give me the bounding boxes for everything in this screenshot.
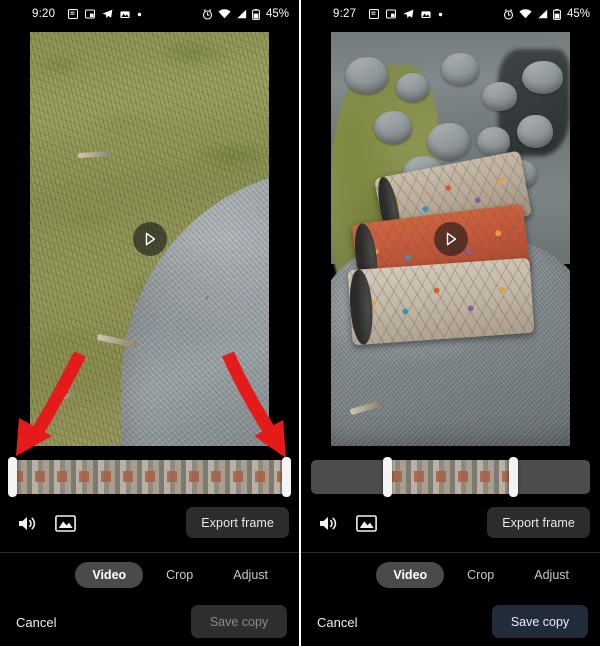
stone xyxy=(476,127,511,157)
rug-floral-pattern xyxy=(347,257,535,345)
battery-percent-label: 45% xyxy=(265,8,289,20)
cancel-button[interactable]: Cancel xyxy=(313,609,361,636)
signal-icon xyxy=(236,9,247,19)
calendar-icon xyxy=(68,9,78,19)
status-bar-notification-icons xyxy=(68,9,142,19)
video-timeline-row[interactable] xyxy=(0,456,299,500)
dot-icon xyxy=(137,12,142,17)
play-button[interactable] xyxy=(132,222,167,256)
telegram-icon xyxy=(102,9,113,19)
telegram-icon xyxy=(403,9,414,19)
export-frame-icon[interactable] xyxy=(351,508,381,538)
trim-end-handle[interactable] xyxy=(509,457,518,497)
stone xyxy=(481,81,518,111)
status-bar-notification-icons xyxy=(369,9,443,19)
export-frame-button[interactable]: Export frame xyxy=(186,507,289,538)
alarm-icon xyxy=(202,8,213,20)
phone-screen-right: 9:27 45% Export frame Video Crop Adjust … xyxy=(301,0,600,646)
video-timeline-track[interactable] xyxy=(311,460,590,494)
video-timeline-row[interactable] xyxy=(301,456,600,500)
editor-action-bar: Cancel Save copy xyxy=(0,597,299,646)
editor-tab-bar: Video Crop Adjust xyxy=(301,553,600,597)
photos-icon xyxy=(120,10,130,19)
alarm-icon xyxy=(503,8,514,20)
status-bar-time: 9:27 xyxy=(333,8,357,20)
stone xyxy=(374,110,413,144)
stone xyxy=(426,123,470,161)
wifi-icon xyxy=(519,9,532,19)
photos-icon xyxy=(421,10,431,19)
save-copy-button[interactable]: Save copy xyxy=(191,605,287,638)
tab-video[interactable]: Video xyxy=(75,562,144,588)
save-copy-button[interactable]: Save copy xyxy=(492,605,588,638)
signal-icon xyxy=(537,9,548,19)
play-icon xyxy=(446,232,456,246)
battery-percent-label: 45% xyxy=(566,8,590,20)
video-preview[interactable] xyxy=(30,32,269,446)
stone xyxy=(522,60,563,95)
stone xyxy=(395,73,429,103)
phone-screen-left: 9:20 45% Export frame Video Crop Adjust … xyxy=(0,0,299,646)
trim-end-handle[interactable] xyxy=(282,457,291,497)
video-tool-row: Export frame xyxy=(301,500,600,546)
volume-icon[interactable] xyxy=(313,508,343,538)
editor-tab-bar: Video Crop Adjust xyxy=(0,553,299,597)
status-bar-time: 9:20 xyxy=(32,8,56,20)
trim-start-handle[interactable] xyxy=(383,457,392,497)
battery-icon xyxy=(553,8,561,20)
video-preview[interactable] xyxy=(331,32,570,446)
status-bar-system-icons: 45% xyxy=(503,8,590,20)
export-frame-button[interactable]: Export frame xyxy=(487,507,590,538)
picture-in-picture-icon xyxy=(85,9,95,19)
status-bar: 9:20 45% xyxy=(0,0,299,30)
cancel-button[interactable]: Cancel xyxy=(12,609,60,636)
screenshot-comparison: 9:20 45% Export frame Video Crop Adjust … xyxy=(0,0,600,646)
stone xyxy=(440,52,480,86)
wifi-icon xyxy=(218,9,231,19)
tab-crop[interactable]: Crop xyxy=(450,562,511,588)
battery-icon xyxy=(252,8,260,20)
stone xyxy=(517,114,554,148)
tab-crop[interactable]: Crop xyxy=(149,562,210,588)
status-bar: 9:27 45% xyxy=(301,0,600,30)
picture-in-picture-icon xyxy=(386,9,396,19)
filmstrip-thumbnails xyxy=(10,460,289,494)
tab-video[interactable]: Video xyxy=(376,562,445,588)
rolled-rug-bottom xyxy=(347,257,535,345)
filmstrip-thumbnails xyxy=(389,460,515,494)
export-frame-icon[interactable] xyxy=(50,508,80,538)
calendar-icon xyxy=(369,9,379,19)
filmstrip-content xyxy=(389,460,515,494)
volume-icon[interactable] xyxy=(12,508,42,538)
tab-adjust[interactable]: Adjust xyxy=(216,562,285,588)
stone xyxy=(345,56,389,95)
trim-start-handle[interactable] xyxy=(8,457,17,497)
video-tool-row: Export frame xyxy=(0,500,299,546)
play-icon xyxy=(145,232,155,246)
dot-icon xyxy=(438,12,443,17)
play-button[interactable] xyxy=(433,222,468,256)
editor-action-bar: Cancel Save copy xyxy=(301,597,600,646)
filmstrip-content xyxy=(10,460,289,494)
tab-adjust[interactable]: Adjust xyxy=(517,562,586,588)
video-timeline-track[interactable] xyxy=(10,460,289,494)
status-bar-system-icons: 45% xyxy=(202,8,289,20)
